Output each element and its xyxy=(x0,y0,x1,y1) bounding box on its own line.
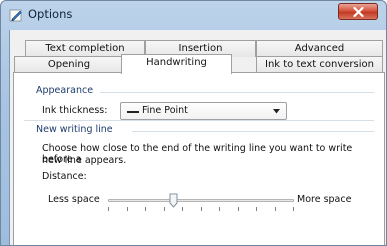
tab-label: Advanced xyxy=(294,43,345,54)
dialog-client: Text completion Insertion Advanced Openi… xyxy=(9,30,386,245)
writing-line-group-label: New writing line xyxy=(36,124,117,135)
group-divider xyxy=(24,120,374,121)
writing-line-description-continued: new line appears. xyxy=(42,155,127,166)
ink-thickness-dropdown[interactable]: Fine Point xyxy=(120,102,287,120)
slider-tick xyxy=(182,207,183,211)
tab-label: Insertion xyxy=(178,43,223,54)
slider-tick xyxy=(274,207,276,211)
distance-label: Distance: xyxy=(42,171,87,182)
handwriting-panel: Appearance Ink thickness: Fine Point New… xyxy=(13,72,385,245)
appearance-group-label: Appearance xyxy=(36,85,98,96)
distance-slider-track[interactable] xyxy=(108,199,294,202)
tab-handwriting[interactable]: Handwriting xyxy=(121,54,232,74)
slider-tick xyxy=(256,207,257,211)
more-space-label: More space xyxy=(297,194,352,205)
ink-thickness-value: Fine Point xyxy=(142,105,188,116)
tab-label: Text completion xyxy=(45,43,125,54)
slider-tick xyxy=(237,207,239,211)
window-title: Options xyxy=(28,7,73,21)
tab-label: Ink to text conversion xyxy=(265,59,374,70)
slider-tick xyxy=(293,207,294,211)
tab-advanced[interactable]: Advanced xyxy=(256,40,383,57)
tab-label: Handwriting xyxy=(146,57,207,68)
group-header-line xyxy=(100,92,374,93)
options-window: Options Text completion Insertion Advanc… xyxy=(0,0,387,246)
ink-thickness-label: Ink thickness: xyxy=(42,105,108,116)
slider-tick xyxy=(219,207,220,211)
chevron-down-icon xyxy=(273,109,280,114)
tab-opening[interactable]: Opening xyxy=(14,56,124,73)
slider-tick xyxy=(108,207,109,211)
group-header-line xyxy=(132,131,374,132)
distance-slider-thumb[interactable] xyxy=(169,193,178,212)
pen-app-icon xyxy=(9,7,23,22)
tab-ink-to-text-conversion[interactable]: Ink to text conversion xyxy=(256,56,383,73)
title-bar[interactable]: Options xyxy=(1,1,386,29)
close-icon xyxy=(353,7,364,17)
slider-tick xyxy=(145,207,146,211)
stroke-sample-icon xyxy=(127,111,139,113)
slider-tick xyxy=(200,207,202,211)
slider-tick xyxy=(163,207,165,211)
less-space-label: Less space xyxy=(48,194,100,205)
tab-label: Opening xyxy=(47,59,91,70)
slider-tick xyxy=(126,207,128,211)
close-button[interactable] xyxy=(338,3,378,20)
